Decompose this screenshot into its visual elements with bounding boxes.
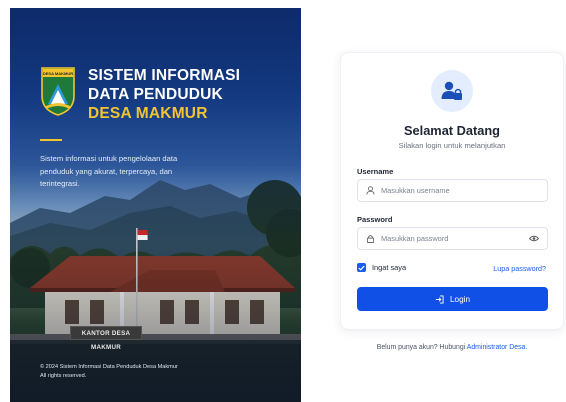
brand-title-line2: DATA PENDUDUK [88, 86, 223, 103]
user-icon [366, 186, 375, 195]
login-card: Selamat Datang Silakan login untuk melan… [340, 52, 564, 330]
lock-icon [366, 235, 375, 243]
eye-icon [529, 235, 539, 242]
copyright-line2: All rights reserved. [40, 373, 87, 379]
username-field[interactable] [357, 179, 548, 202]
login-icon [435, 294, 444, 304]
office-sign: KANTOR DESA MAKMUR [70, 326, 142, 351]
password-label: Password [357, 215, 393, 224]
brand: DESA MAKMUR SISTEM INFORMASI DATA PENDUD… [40, 66, 240, 123]
contact-admin-link[interactable]: Administrator Desa. [467, 344, 528, 351]
login-button[interactable]: Login [357, 287, 548, 311]
hero-panel: DESA MAKMUR SISTEM INFORMASI DATA PENDUD… [10, 8, 301, 402]
copyright-line1: © 2024 Sistem Informasi Data Penduduk De… [40, 364, 178, 370]
username-input[interactable] [381, 186, 547, 195]
avatar [431, 70, 473, 112]
password-input[interactable] [381, 234, 529, 243]
accent-divider [40, 139, 62, 141]
forgot-password-link[interactable]: Lupa password? [493, 264, 546, 273]
user-lock-icon [441, 81, 462, 100]
copyright: © 2024 Sistem Informasi Data Penduduk De… [40, 363, 240, 381]
remember-label: Ingat saya [372, 263, 407, 272]
remember-me[interactable]: Ingat saya [357, 263, 406, 272]
signup-hint: Belum punya akun? Hubungi Administrator … [340, 344, 564, 351]
remember-checkbox[interactable] [357, 263, 366, 272]
login-subtitle: Silakan login untuk melanjutkan [398, 141, 506, 150]
password-field[interactable] [357, 227, 548, 250]
brand-title-line3: DESA MAKMUR [88, 105, 208, 122]
signup-hint-text: Belum punya akun? Hubungi [376, 344, 467, 351]
login-button-label: Login [449, 294, 471, 304]
brand-title-line1: SISTEM INFORMASI [88, 67, 241, 84]
username-label: Username [357, 167, 394, 176]
toggle-password-visibility[interactable] [529, 235, 539, 242]
hero-tagline: Sistem informasi untuk pengelolaan data … [40, 154, 178, 188]
login-title: Selamat Datang [403, 123, 500, 138]
emblem-icon: DESA MAKMUR [41, 67, 75, 116]
check-icon [358, 265, 365, 271]
emblem-label: DESA MAKMUR [43, 71, 73, 76]
